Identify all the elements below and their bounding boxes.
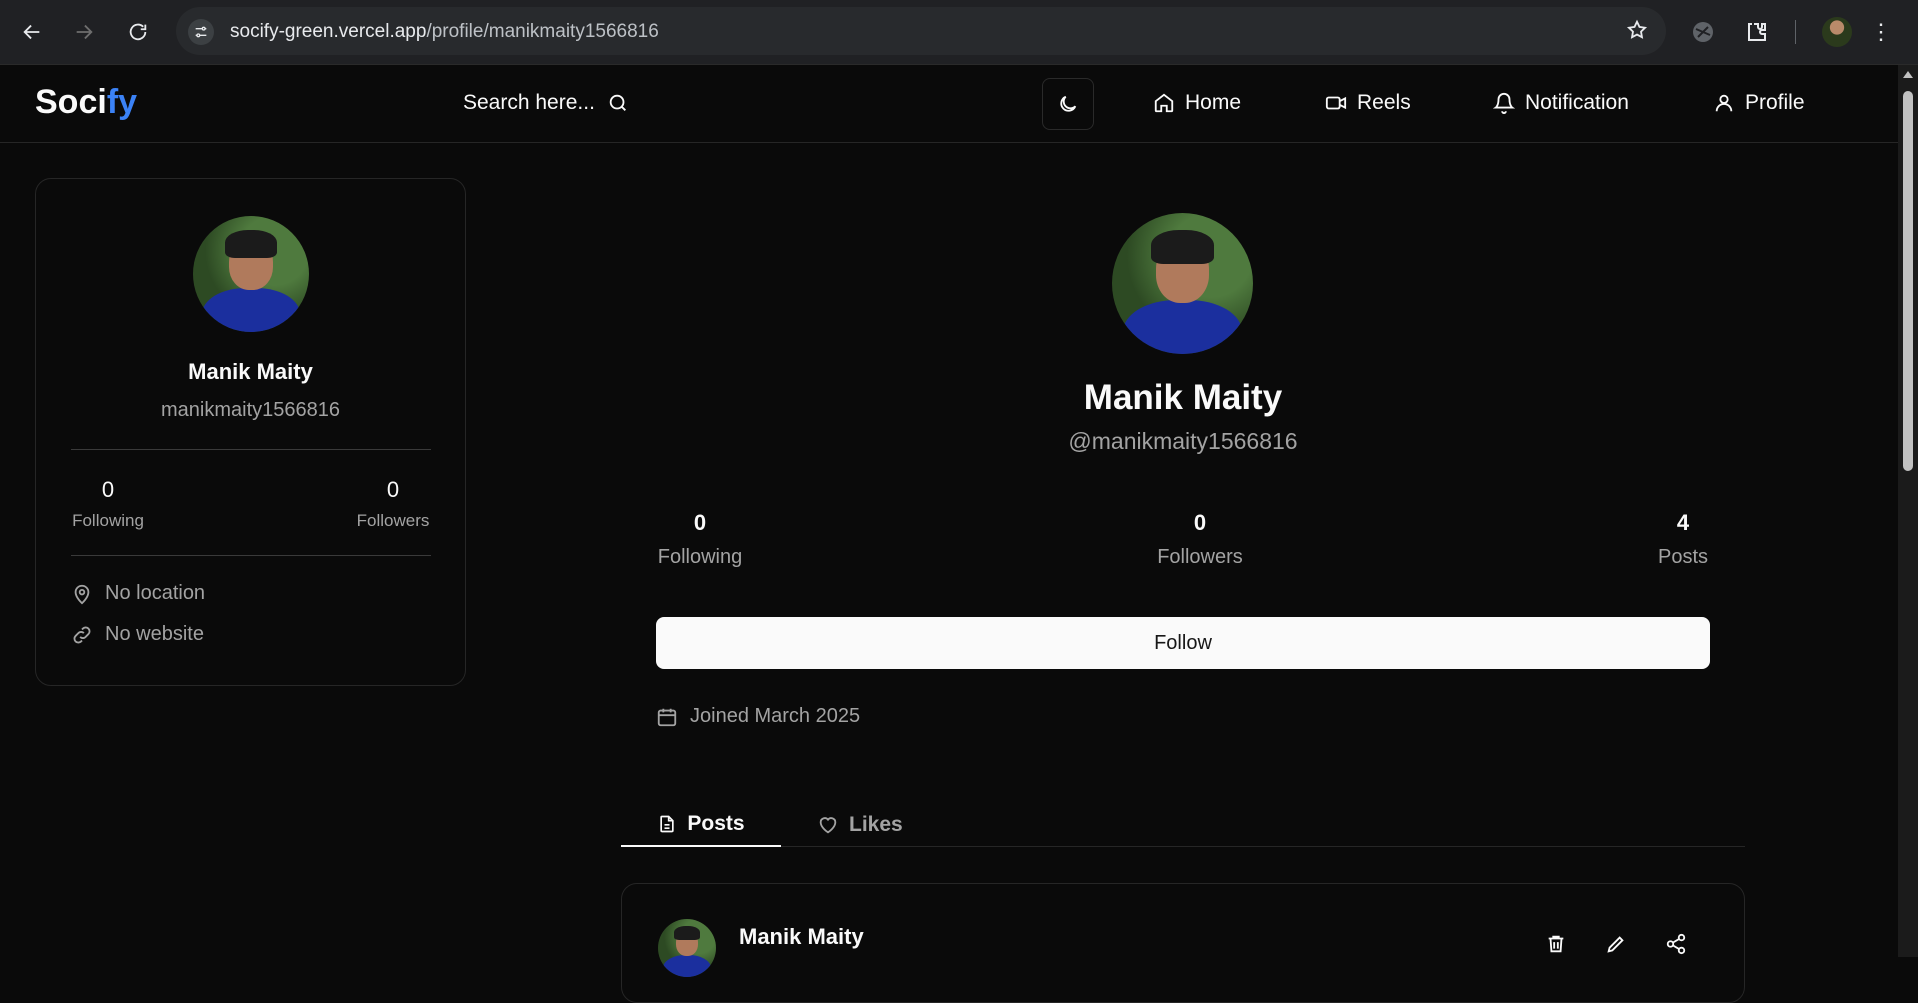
search-trigger[interactable]: Search here... <box>463 91 629 115</box>
tab-likes[interactable]: Likes <box>817 803 903 847</box>
socify-logo[interactable]: Socify <box>35 83 137 122</box>
toolbar-divider <box>1795 20 1796 44</box>
profile-handle: @manikmaity1566816 <box>1068 428 1298 454</box>
follow-button[interactable]: Follow <box>656 617 1710 669</box>
theme-toggle-button[interactable] <box>1042 78 1094 130</box>
profile-tabs: Posts Likes <box>621 803 1745 847</box>
sidebar-username: manikmaity1566816 <box>161 399 340 421</box>
app-header: Socify Search here... Home Reels Notific… <box>0 65 1898 143</box>
video-icon <box>1325 96 1347 110</box>
profile-avatar <box>1112 213 1253 354</box>
logo-main: Soci <box>35 83 107 121</box>
profile-following-stat[interactable]: 0 Following <box>656 510 744 569</box>
back-icon[interactable] <box>14 14 50 50</box>
site-settings-icon[interactable] <box>188 19 214 45</box>
delete-post-button[interactable] <box>1542 930 1570 958</box>
calendar-icon <box>657 708 677 726</box>
post-author-avatar[interactable] <box>658 919 716 977</box>
nav-notification[interactable]: Notification <box>1493 91 1629 115</box>
extension-icon[interactable] <box>1687 16 1719 48</box>
user-icon <box>1715 94 1733 112</box>
sidebar-followers-label: Followers <box>356 511 430 530</box>
profile-followers-label: Followers <box>1157 546 1243 568</box>
profile-following-label: Following <box>657 546 743 568</box>
link-icon <box>73 626 91 643</box>
sidebar-location-text: No location <box>105 582 206 604</box>
scroll-up-arrow[interactable] <box>1903 71 1913 78</box>
nav-home[interactable]: Home <box>1153 91 1241 115</box>
edit-post-button[interactable] <box>1602 930 1630 958</box>
profile-following-count: 0 <box>693 510 707 535</box>
sidebar-followers-count: 0 <box>386 477 400 502</box>
reload-icon[interactable] <box>120 14 156 50</box>
nav-home-label: Home <box>1185 91 1242 114</box>
nav-profile[interactable]: Profile <box>1713 91 1805 115</box>
sidebar-following-label: Following <box>72 511 144 530</box>
sidebar-following-count: 0 <box>101 477 115 502</box>
moon-icon <box>1060 95 1077 112</box>
profile-followers-stat[interactable]: 0 Followers <box>1156 510 1244 569</box>
page-scrollbar[interactable] <box>1898 65 1918 957</box>
tab-posts[interactable]: Posts <box>621 803 781 847</box>
bookmark-star-icon[interactable] <box>1626 19 1648 46</box>
browser-profile-avatar[interactable] <box>1822 17 1852 47</box>
sidebar-divider <box>71 555 431 556</box>
address-bar[interactable]: socify-green.vercel.app/profile/manikmai… <box>176 7 1666 55</box>
sidebar-divider <box>71 449 431 450</box>
home-icon <box>1154 93 1174 113</box>
extensions-puzzle-icon[interactable] <box>1741 16 1773 48</box>
joined-text: Joined March 2025 <box>690 705 861 727</box>
nav-profile-label: Profile <box>1745 91 1805 114</box>
nav-notification-label: Notification <box>1525 91 1629 114</box>
file-text-icon <box>660 815 675 833</box>
sidebar-profile-card: Manik Maity manikmaity1566816 0 Followin… <box>35 178 466 686</box>
url-path: /profile/manikmaity1566816 <box>426 21 659 42</box>
sidebar-website-text: No website <box>105 623 204 645</box>
profile-posts-label: Posts <box>1657 546 1709 568</box>
sidebar-following-stat[interactable]: 0 Following <box>71 477 145 531</box>
share-icon <box>1666 933 1686 955</box>
post-card: Manik Maity <box>621 883 1745 1003</box>
profile-posts-count: 4 <box>1676 510 1690 535</box>
url-domain: socify-green.vercel.app <box>230 21 427 42</box>
map-pin-icon <box>74 584 90 604</box>
sidebar-avatar <box>193 216 309 332</box>
sidebar-name: Manik Maity <box>188 359 313 384</box>
browser-menu-icon[interactable]: ⋮ <box>1866 16 1896 48</box>
heart-icon <box>819 817 837 834</box>
bell-icon <box>1493 93 1515 114</box>
scrollbar-thumb[interactable] <box>1903 91 1913 471</box>
joined-date: Joined March 2025 <box>656 705 860 728</box>
search-placeholder: Search here... <box>463 91 595 114</box>
forward-icon[interactable] <box>66 14 102 50</box>
trash-icon <box>1548 935 1564 953</box>
pencil-icon <box>1607 936 1624 953</box>
search-icon <box>609 94 626 111</box>
sidebar-followers-stat[interactable]: 0 Followers <box>354 477 432 531</box>
tab-posts-label: Posts <box>687 812 745 835</box>
post-author-name[interactable]: Manik Maity <box>739 924 864 950</box>
nav-reels[interactable]: Reels <box>1325 91 1411 115</box>
profile-followers-count: 0 <box>1193 510 1207 535</box>
sidebar-website: No website <box>71 623 204 646</box>
profile-name: Manik Maity <box>1083 378 1283 417</box>
profile-posts-stat: 4 Posts <box>1656 510 1710 569</box>
browser-toolbar: socify-green.vercel.app/profile/manikmai… <box>0 0 1918 65</box>
logo-accent: fy <box>106 83 138 121</box>
tab-likes-label: Likes <box>849 813 903 836</box>
share-post-button[interactable] <box>1662 930 1690 958</box>
sidebar-location: No location <box>71 582 205 605</box>
url-text: socify-green.vercel.app/profile/manikmai… <box>230 21 659 43</box>
nav-reels-label: Reels <box>1357 91 1411 114</box>
